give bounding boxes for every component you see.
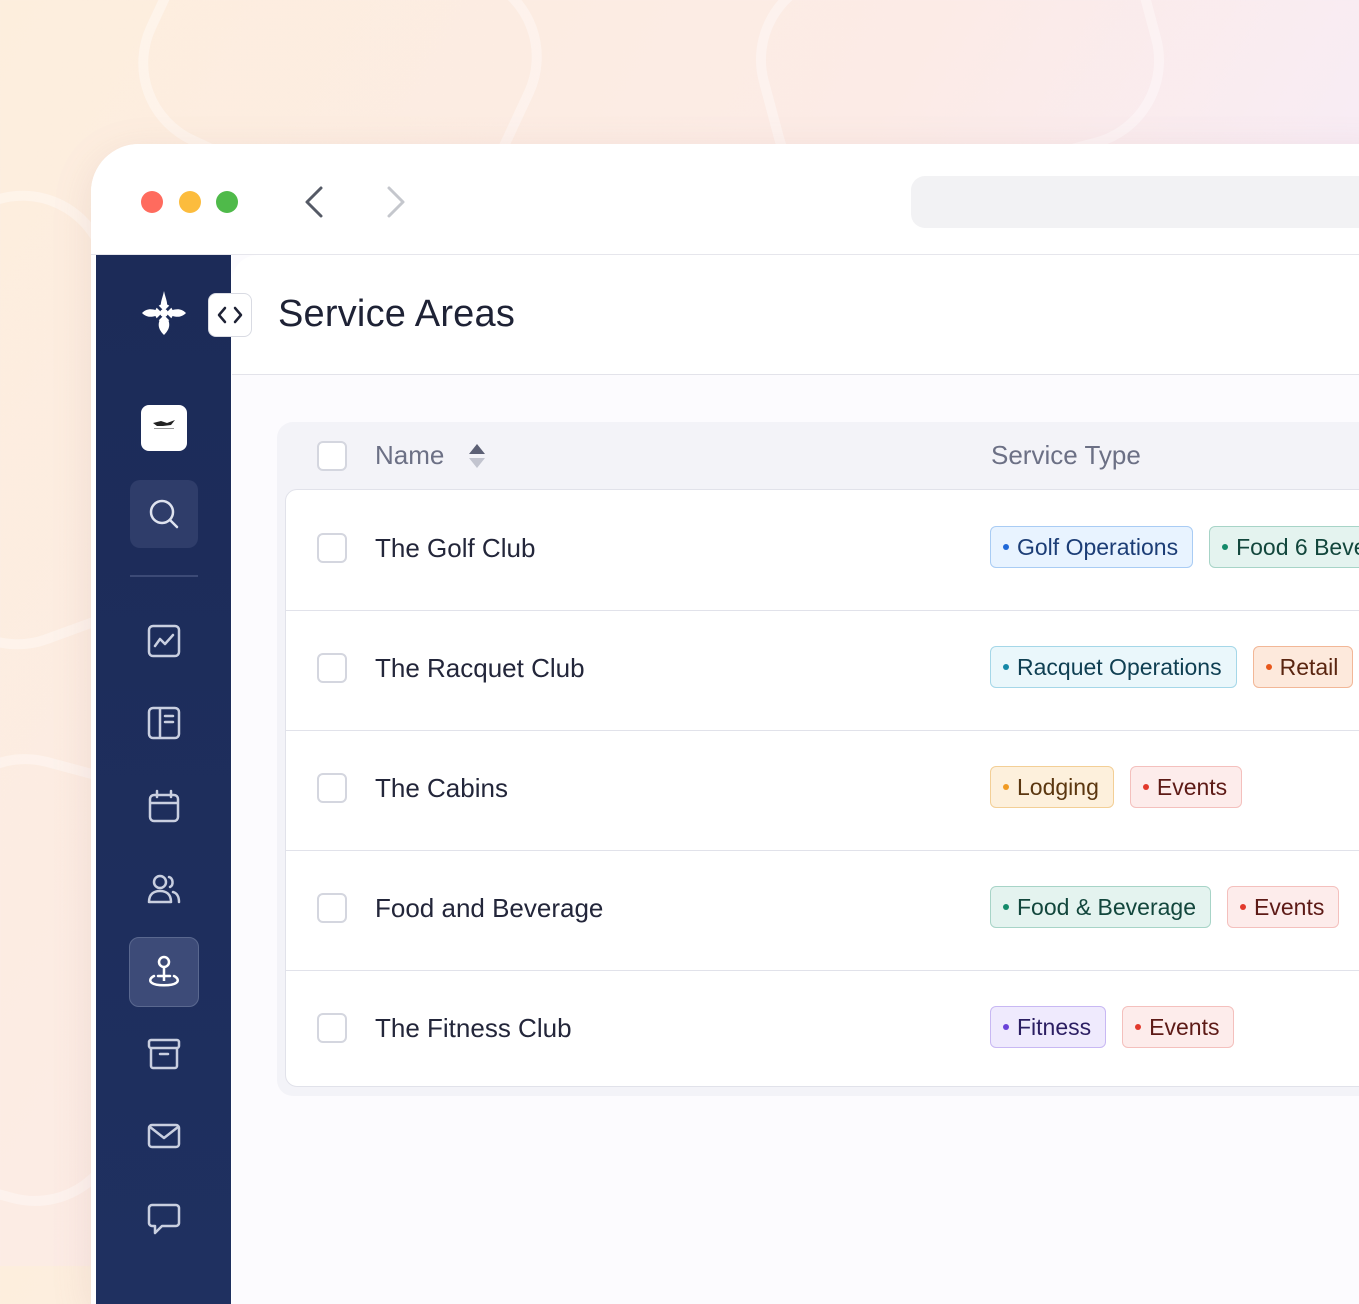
row-name[interactable]: The Fitness Club (375, 1013, 572, 1044)
sidebar-item-messages[interactable] (130, 1185, 198, 1253)
tag-label: Fitness (1017, 1013, 1092, 1040)
bullet-icon (1222, 544, 1229, 550)
users-icon (147, 874, 181, 904)
column-header-name[interactable]: Name (375, 440, 444, 471)
book-icon (147, 706, 181, 740)
sidebar-item-analytics[interactable] (130, 607, 198, 675)
chevron-left-icon[interactable] (299, 184, 329, 220)
service-type-tags: Racquet Operations Retail (990, 646, 1354, 688)
calendar-icon (148, 789, 180, 823)
table-row[interactable]: Food and Beverage Food & Beverage Events (286, 850, 1359, 971)
sidebar-item-search[interactable] (130, 480, 198, 548)
minimize-window-button[interactable] (179, 191, 201, 213)
organization-logo[interactable] (141, 405, 187, 451)
browser-titlebar (91, 144, 1359, 255)
page-title: Service Areas (278, 293, 516, 335)
service-type-tag: Golf Operations (990, 526, 1194, 568)
column-header-service-type[interactable]: Service Type (991, 440, 1141, 471)
browser-window: Service Areas Name Service Type The Golf… (91, 144, 1359, 1304)
sidebar-item-calendar[interactable] (130, 772, 198, 840)
bullet-icon (1003, 664, 1009, 670)
bullet-icon (1003, 1024, 1009, 1030)
close-window-button[interactable] (141, 191, 163, 213)
row-checkbox[interactable] (317, 533, 347, 563)
service-type-tags: Lodging Events (990, 766, 1243, 808)
sidebar (96, 255, 231, 1304)
anchor-pin-icon (149, 955, 179, 987)
row-checkbox[interactable] (317, 773, 347, 803)
sort-icon[interactable] (467, 442, 487, 470)
address-bar[interactable] (911, 176, 1359, 228)
tag-label: Lodging (1017, 773, 1099, 800)
tag-label: Events (1156, 773, 1228, 800)
table-row[interactable]: The Racquet Club Racquet Operations Reta… (286, 610, 1359, 731)
app-logo-icon[interactable] (140, 289, 188, 337)
service-type-tag: Events (1129, 766, 1243, 808)
bullet-icon (1265, 664, 1272, 670)
sidebar-toggle-button[interactable] (208, 293, 252, 337)
service-type-tag: Events (1227, 886, 1340, 928)
chat-icon (147, 1203, 181, 1235)
row-name[interactable]: Food and Beverage (375, 893, 603, 924)
service-type-tag: Lodging (990, 766, 1114, 808)
table-row[interactable]: The Fitness Club Fitness Events (286, 970, 1359, 1090)
service-type-tags: Food & Beverage Events (990, 886, 1340, 928)
service-type-tags: Golf Operations Food 6 Beverage (990, 526, 1359, 568)
select-all-checkbox[interactable] (317, 441, 347, 471)
sidebar-item-service-areas[interactable] (129, 937, 199, 1007)
service-type-tags: Fitness Events (990, 1006, 1235, 1048)
row-checkbox[interactable] (317, 893, 347, 923)
service-type-tag: Retail (1252, 646, 1354, 688)
service-type-tag: Racquet Operations (990, 646, 1237, 688)
tag-label: Food 6 Beverage (1236, 533, 1359, 560)
service-type-tag: Food 6 Beverage (1209, 526, 1359, 568)
wolf-logo-icon (153, 420, 175, 429)
row-checkbox[interactable] (317, 1013, 347, 1043)
bullet-icon (1003, 784, 1009, 790)
sidebar-item-users[interactable] (130, 855, 198, 923)
tag-label: Food & Beverage (1017, 893, 1197, 920)
chart-icon (147, 624, 181, 658)
row-name[interactable]: The Golf Club (375, 533, 535, 564)
chevron-right-icon[interactable] (381, 184, 411, 220)
tag-label: Events (1254, 893, 1325, 920)
bullet-icon (1240, 904, 1247, 910)
tag-label: Golf Operations (1017, 533, 1179, 560)
service-type-tag: Events (1122, 1006, 1235, 1048)
bullet-icon (1003, 904, 1009, 910)
mail-icon (147, 1123, 181, 1149)
table-row[interactable]: The Cabins Lodging Events (286, 730, 1359, 851)
table-header: Name Service Type (277, 422, 1359, 489)
sidebar-item-mail[interactable] (130, 1102, 198, 1170)
bullet-icon (1003, 544, 1009, 550)
tag-label: Racquet Operations (1017, 653, 1222, 680)
service-areas-table: Name Service Type The Golf Club Golf Ope… (277, 422, 1359, 1096)
bullet-icon (1142, 784, 1149, 790)
maximize-window-button[interactable] (216, 191, 238, 213)
table-row[interactable]: The Golf Club Golf Operations Food 6 Bev… (286, 490, 1359, 611)
table-body: The Golf Club Golf Operations Food 6 Bev… (285, 489, 1359, 1087)
service-type-tag: Food & Beverage (990, 886, 1212, 928)
sidebar-item-docs[interactable] (130, 689, 198, 757)
bullet-icon (1135, 1024, 1142, 1030)
code-brackets-icon (217, 306, 243, 324)
archive-icon (147, 1038, 181, 1070)
tag-label: Retail (1279, 653, 1339, 680)
tag-label: Events (1149, 1013, 1220, 1040)
row-name[interactable]: The Racquet Club (375, 653, 585, 684)
sidebar-item-archive[interactable] (130, 1020, 198, 1088)
row-checkbox[interactable] (317, 653, 347, 683)
row-name[interactable]: The Cabins (375, 773, 508, 804)
main-content: Service Areas Name Service Type The Golf… (208, 255, 1359, 1304)
search-icon (149, 499, 179, 529)
sidebar-divider (130, 575, 198, 577)
service-type-tag: Fitness (990, 1006, 1107, 1048)
page-header: Service Areas (208, 255, 1359, 375)
